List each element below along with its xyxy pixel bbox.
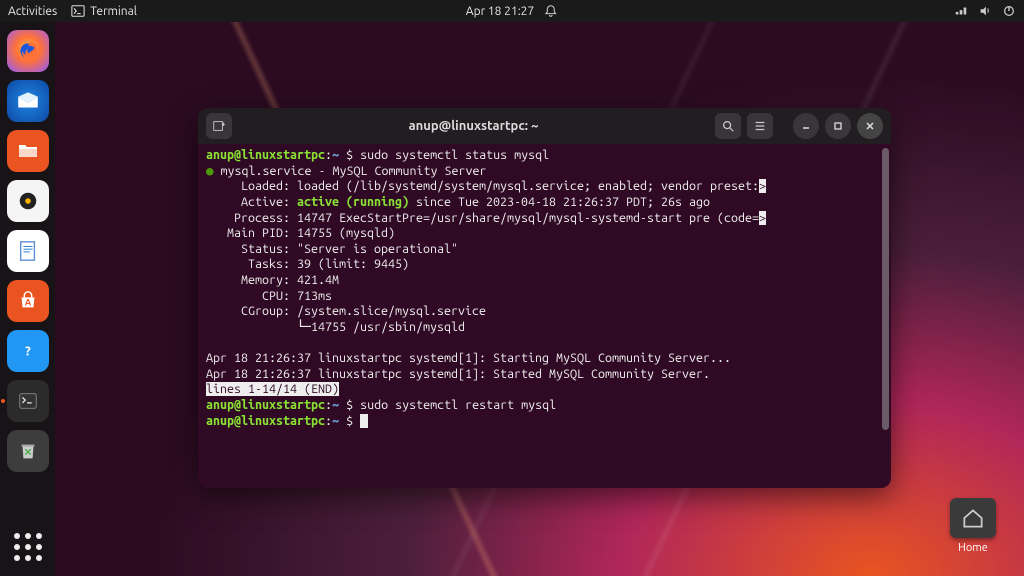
firefox-icon [15, 38, 41, 64]
line-active-label: Active: [206, 195, 297, 209]
terminal-launcher-icon [17, 390, 39, 412]
home-folder-icon [950, 498, 996, 538]
close-icon [864, 120, 876, 132]
status-dot-icon: ● [206, 164, 214, 178]
top-bar: Activities Terminal Apr 18 21:27 [0, 0, 1024, 22]
line-cgroup2: └─14755 /usr/sbin/mysqld [206, 320, 465, 334]
svg-text:?: ? [25, 345, 31, 359]
dock: A ? [0, 22, 55, 576]
truncate-marker: > [759, 211, 766, 225]
line-cgroup: CGroup: /system.slice/mysql.service [206, 304, 486, 318]
pager-end: lines 1-14/14 (END) [206, 382, 339, 396]
svc-line: mysql.service - MySQL Community Server [214, 164, 487, 178]
launcher-writer[interactable] [7, 230, 49, 272]
search-button[interactable] [715, 113, 741, 139]
notifications-icon[interactable] [544, 4, 558, 18]
new-tab-button[interactable] [206, 113, 232, 139]
launcher-software[interactable]: A [7, 280, 49, 322]
desktop-home-folder[interactable]: Home [950, 498, 996, 554]
launcher-thunderbird[interactable] [7, 80, 49, 122]
launcher-firefox[interactable] [7, 30, 49, 72]
terminal-titlebar[interactable]: anup@linuxstartpc: ~ [198, 108, 891, 144]
hamburger-icon [753, 119, 767, 133]
terminal-title: anup@linuxstartpc: ~ [238, 119, 709, 133]
clock[interactable]: Apr 18 21:27 [466, 5, 534, 18]
terminal-cmd-2: sudo systemctl restart mysql [360, 398, 556, 412]
new-tab-icon [212, 119, 226, 133]
launcher-help[interactable]: ? [7, 330, 49, 372]
minimize-icon [800, 120, 812, 132]
svg-text:A: A [24, 297, 31, 308]
thunderbird-icon [15, 88, 41, 114]
system-status-area[interactable] [954, 4, 1016, 18]
active-state: active (running) [297, 195, 409, 209]
rhythmbox-icon [17, 190, 39, 212]
search-icon [721, 119, 735, 133]
focused-app-label: Terminal [90, 5, 137, 18]
close-button[interactable] [857, 113, 883, 139]
prompt-user: anup [206, 148, 234, 162]
line-status: Status: "Server is operational" [206, 242, 458, 256]
terminal-body[interactable]: anup@linuxstartpc:~ $ sudo systemctl sta… [198, 144, 891, 488]
help-icon: ? [17, 340, 39, 362]
terminal-icon [71, 4, 85, 18]
launcher-trash[interactable] [7, 430, 49, 472]
line-active-rest: since Tue 2023-04-18 21:26:37 PDT; 26s a… [409, 195, 710, 209]
maximize-icon [832, 120, 844, 132]
terminal-window: anup@linuxstartpc: ~ anup@linuxstartpc:~… [198, 108, 891, 488]
maximize-button[interactable] [825, 113, 851, 139]
terminal-cursor [360, 414, 368, 428]
line-loaded: Loaded: loaded (/lib/systemd/system/mysq… [206, 179, 759, 193]
line-process: Process: 14747 ExecStartPre=/usr/share/m… [206, 211, 759, 225]
terminal-cmd-1: sudo systemctl status mysql [360, 148, 549, 162]
line-memory: Memory: 421.4M [206, 273, 339, 287]
launcher-files[interactable] [7, 130, 49, 172]
line-log2: Apr 18 21:26:37 linuxstartpc systemd[1]:… [206, 367, 710, 381]
libreoffice-writer-icon [17, 240, 39, 262]
launcher-rhythmbox[interactable] [7, 180, 49, 222]
volume-icon [978, 4, 992, 18]
focused-app-indicator[interactable]: Terminal [71, 4, 137, 18]
activities-button[interactable]: Activities [8, 5, 57, 18]
hamburger-menu-button[interactable] [747, 113, 773, 139]
terminal-scrollbar[interactable] [882, 148, 889, 430]
power-icon [1002, 4, 1016, 18]
files-icon [16, 139, 40, 163]
software-icon: A [17, 290, 39, 312]
network-icon [954, 4, 968, 18]
line-log1: Apr 18 21:26:37 linuxstartpc systemd[1]:… [206, 351, 731, 365]
trash-icon [17, 440, 39, 462]
desktop-home-label: Home [950, 542, 996, 554]
line-cpu: CPU: 713ms [206, 289, 332, 303]
line-tasks: Tasks: 39 (limit: 9445) [206, 257, 409, 271]
prompt-host: linuxstartpc [241, 148, 325, 162]
line-mainpid: Main PID: 14755 (mysqld) [206, 226, 395, 240]
show-applications-button[interactable] [7, 526, 49, 568]
minimize-button[interactable] [793, 113, 819, 139]
launcher-terminal[interactable] [7, 380, 49, 422]
truncate-marker: > [759, 179, 766, 193]
